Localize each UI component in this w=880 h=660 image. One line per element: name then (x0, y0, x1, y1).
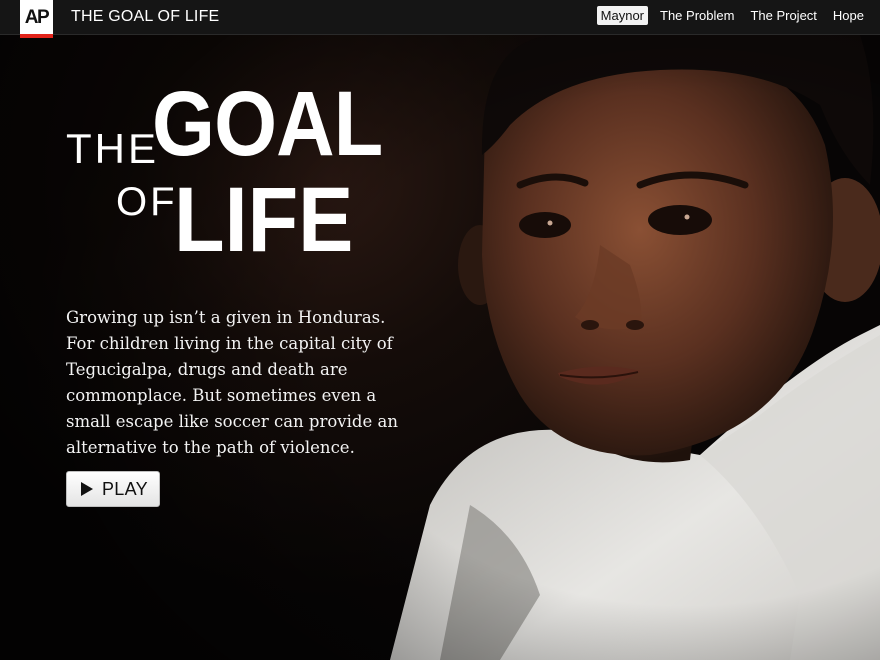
ap-logo[interactable]: AP (20, 0, 53, 38)
nav-item-the-problem[interactable]: The Problem (656, 6, 738, 25)
story-headline: THE GOAL OF LIFE (66, 78, 426, 268)
play-button-label: PLAY (102, 478, 148, 499)
ap-logo-text: AP (24, 6, 50, 28)
headline-goal: GOAL (152, 73, 383, 175)
top-navigation-bar: AP THE GOAL OF LIFE Maynor The Problem T… (0, 0, 880, 38)
nav-item-hope[interactable]: Hope (829, 6, 868, 25)
headline-life: LIFE (174, 169, 354, 271)
nav-item-the-project[interactable]: The Project (746, 6, 820, 25)
site-title[interactable]: THE GOAL OF LIFE (71, 8, 219, 26)
chapter-nav: Maynor The Problem The Project Hope (596, 6, 868, 25)
play-button[interactable]: PLAY (66, 471, 160, 507)
intro-paragraph: Growing up isn’t a given in Honduras. Fo… (66, 307, 398, 457)
nav-item-maynor[interactable]: Maynor (596, 6, 649, 25)
headline-the: THE (66, 125, 159, 172)
story-page: AP THE GOAL OF LIFE Maynor The Problem T… (0, 0, 880, 660)
play-triangle-icon (81, 482, 93, 496)
headline-of: OF (116, 180, 178, 224)
